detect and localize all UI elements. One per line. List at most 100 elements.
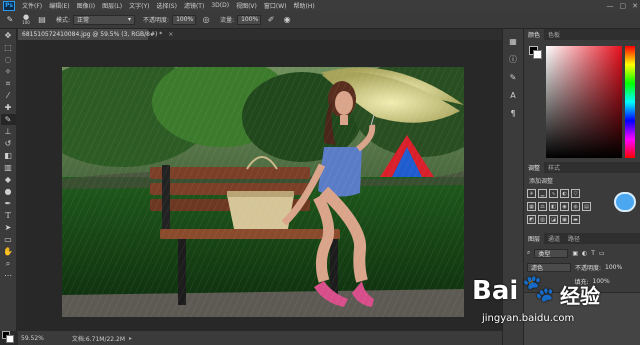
brush-size-value: 100 xyxy=(22,20,30,25)
history-brush-icon[interactable]: ↺ xyxy=(1,138,16,149)
panel-background-swatch[interactable] xyxy=(533,50,542,59)
pen-tool-icon[interactable]: ✒ xyxy=(1,198,16,209)
lasso-tool-icon[interactable]: ◌ xyxy=(1,54,16,65)
eraser-tool-icon[interactable]: ◧ xyxy=(1,150,16,161)
curves-icon[interactable]: ∿ xyxy=(549,189,558,198)
brightness-contrast-icon[interactable]: ☀ xyxy=(527,189,536,198)
tab-color[interactable]: 颜色 xyxy=(524,29,545,40)
more-tools-icon[interactable]: ⋯ xyxy=(1,270,16,281)
menu-edit[interactable]: 编辑(E) xyxy=(49,1,69,10)
eyedropper-tool-icon[interactable]: ⁄ xyxy=(1,90,16,101)
pressure-opacity-icon[interactable]: ◎ xyxy=(200,14,212,26)
stamp-tool-icon[interactable]: ⊥ xyxy=(1,126,16,137)
paragraph-panel-icon[interactable]: ¶ xyxy=(506,107,520,119)
layer-filter-value: 类型 xyxy=(538,250,551,258)
vibrance-icon[interactable]: ▽ xyxy=(571,189,580,198)
tab-adjustments[interactable]: 调整 xyxy=(524,162,545,173)
invert-icon[interactable]: ◩ xyxy=(527,215,536,224)
chevron-down-icon: ▾ xyxy=(128,16,132,23)
brush-preset-icon[interactable]: ✎ xyxy=(4,14,16,26)
posterize-icon[interactable]: ▥ xyxy=(538,215,547,224)
menu-help[interactable]: 帮助(H) xyxy=(294,1,315,10)
status-bar: 59.52% 文档:6.71M/22.2M ▸ xyxy=(18,331,502,345)
photo-filter-icon[interactable]: ◉ xyxy=(560,202,569,211)
color-picker-field[interactable] xyxy=(546,46,622,158)
character-panel-icon[interactable]: A xyxy=(506,89,520,101)
menu-type[interactable]: 文字(Y) xyxy=(129,1,149,10)
layer-filter-select[interactable]: 类型 xyxy=(534,248,569,258)
channel-mixer-icon[interactable]: ◍ xyxy=(571,202,580,211)
background-color-swatch[interactable] xyxy=(6,335,14,343)
menu-window[interactable]: 窗口(W) xyxy=(264,1,287,10)
color-lookup-icon[interactable]: ▤ xyxy=(582,202,591,211)
gradient-tool-icon[interactable]: ▥ xyxy=(1,162,16,173)
exposure-icon[interactable]: ◐ xyxy=(560,189,569,198)
healing-tool-icon[interactable]: ✚ xyxy=(1,102,16,113)
search-icon: ⌕ xyxy=(527,249,531,256)
blur-tool-icon[interactable]: ◆ xyxy=(1,174,16,185)
filter-pixel-icon[interactable]: ▣ xyxy=(572,250,578,257)
menu-image[interactable]: 图像(I) xyxy=(77,1,95,10)
baidu-jingyan-watermark: Bai 🐾 经验 jingyan.baidu.com xyxy=(472,274,640,336)
brush-size-icon[interactable]: ● 100 xyxy=(20,14,32,26)
opacity-field[interactable]: 100% xyxy=(172,14,197,25)
menu-filter[interactable]: 滤镜(T) xyxy=(184,1,204,10)
document-tab-bar: 681510572410084.jpg @ 59.5% (3, RGB/8#) … xyxy=(18,29,502,40)
color-balance-icon[interactable]: ⚖ xyxy=(538,202,547,211)
minimize-button[interactable]: — xyxy=(607,2,614,10)
tab-layers[interactable]: 图层 xyxy=(524,233,545,244)
tab-channels[interactable]: 通道 xyxy=(544,233,564,244)
filter-type-icon[interactable]: T xyxy=(591,250,595,257)
hue-slider[interactable] xyxy=(625,46,635,158)
properties-panel-icon[interactable]: ⓘ xyxy=(506,53,520,65)
dodge-tool-icon[interactable]: ● xyxy=(1,186,16,197)
pressure-size-icon[interactable]: ◉ xyxy=(281,14,293,26)
adjustment-row-1: ☀ ▁ ∿ ◐ ▽ xyxy=(527,189,580,198)
menu-view[interactable]: 视图(V) xyxy=(236,1,257,10)
airbrush-icon[interactable]: ✐ xyxy=(265,14,277,26)
filter-shape-icon[interactable]: ▭ xyxy=(599,250,605,257)
status-menu-icon[interactable]: ▸ xyxy=(129,335,132,342)
watermark-brand: Bai xyxy=(472,276,519,306)
move-tool-icon[interactable]: ✥ xyxy=(1,30,16,41)
document-canvas-image[interactable] xyxy=(62,67,464,317)
menu-layer[interactable]: 图层(L) xyxy=(102,1,122,10)
tab-styles[interactable]: 样式 xyxy=(544,162,564,173)
filter-adjustment-icon[interactable]: ◐ xyxy=(582,250,587,257)
hue-saturation-icon[interactable]: ▦ xyxy=(527,202,536,211)
document-tab[interactable]: 681510572410084.jpg @ 59.5% (3, RGB/8#) … xyxy=(18,29,173,40)
close-button[interactable]: ✕ xyxy=(632,2,638,10)
blend-mode-select[interactable]: 滤色 xyxy=(527,262,571,272)
brush-presets-icon[interactable]: ✎ xyxy=(506,71,520,83)
mode-select[interactable]: 正常 ▾ xyxy=(73,14,136,25)
menu-bar: Ps 文件(F) 编辑(E) 图像(I) 图层(L) 文字(Y) 选择(S) 滤… xyxy=(0,0,640,11)
shape-tool-icon[interactable]: ▭ xyxy=(1,234,16,245)
flow-field[interactable]: 100% xyxy=(237,14,262,25)
brush-tool-icon[interactable]: ✎ xyxy=(0,114,16,125)
layer-opacity-value[interactable]: 100% xyxy=(605,264,622,271)
black-white-icon[interactable]: ◧ xyxy=(549,202,558,211)
zoom-tool-icon[interactable]: ⌕ xyxy=(1,258,16,269)
type-tool-icon[interactable]: T xyxy=(1,210,16,221)
menu-3d[interactable]: 3D(D) xyxy=(211,2,229,9)
tab-swatches[interactable]: 色板 xyxy=(544,29,564,40)
layer-filter-row: ⌕ 类型 ▣ ◐ T ▭ xyxy=(527,248,605,258)
zoom-level[interactable]: 59.52% xyxy=(21,335,44,342)
assistant-bubble-icon[interactable] xyxy=(614,192,636,212)
hand-tool-icon[interactable]: ✋ xyxy=(1,246,16,257)
brush-panel-icon[interactable]: ▤ xyxy=(36,14,48,26)
menu-file[interactable]: 文件(F) xyxy=(22,1,42,10)
history-panel-icon[interactable]: ▦ xyxy=(506,35,520,47)
levels-icon[interactable]: ▁ xyxy=(538,189,547,198)
crop-tool-icon[interactable]: ⌗ xyxy=(1,78,16,89)
quick-select-tool-icon[interactable]: ✧ xyxy=(1,66,16,77)
menu-select[interactable]: 选择(S) xyxy=(156,1,177,10)
maximize-button[interactable]: ▢ xyxy=(620,2,627,10)
gradient-map-icon[interactable]: ▬ xyxy=(571,215,580,224)
selective-color-icon[interactable]: ▣ xyxy=(560,215,569,224)
path-select-tool-icon[interactable]: ➤ xyxy=(1,222,16,233)
marquee-tool-icon[interactable]: ⬚ xyxy=(1,42,16,53)
close-tab-icon[interactable]: × xyxy=(168,31,173,38)
threshold-icon[interactable]: ◪ xyxy=(549,215,558,224)
tab-paths[interactable]: 路径 xyxy=(564,233,584,244)
